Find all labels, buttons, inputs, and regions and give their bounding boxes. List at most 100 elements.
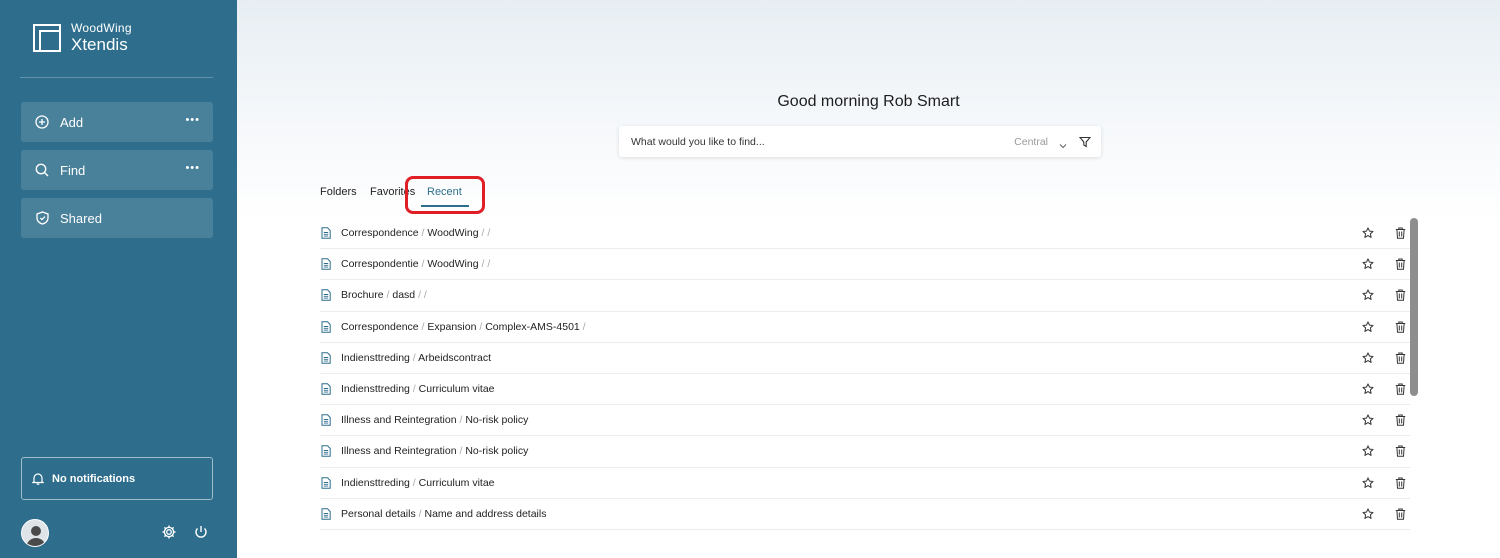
list-item[interactable]: Indiensttreding / Curriculum vitae [320,468,1410,499]
document-icon [321,508,331,520]
trash-icon[interactable] [1395,383,1406,395]
path-separator: / [415,289,424,302]
notifications-panel[interactable]: No notifications [21,457,213,500]
path-segment: Indiensttreding [341,351,410,364]
path-segment: Complex-AMS-4501 [485,320,580,333]
search-scope-select[interactable]: Central [1014,136,1048,148]
list-item[interactable]: Illness and Reintegration / No-risk poli… [320,405,1410,437]
user-avatar-icon[interactable] [21,519,49,547]
trash-icon[interactable] [1395,414,1406,426]
item-path[interactable]: Personal details / Name and address deta… [341,508,546,520]
list-item[interactable]: Correspondence / Expansion / Complex-AMS… [320,312,1410,343]
tab-recent[interactable]: Recent [427,186,462,198]
plus-circle-icon [35,115,49,129]
document-icon [321,352,331,364]
product-name: Xtendis [71,35,128,54]
bell-icon [32,472,44,485]
item-path[interactable]: Illness and Reintegration / No-risk poli… [341,445,528,457]
path-segment: Brochure [341,289,384,302]
path-segment: WoodWing [427,258,479,271]
list-item[interactable]: Brochure / dasd / / [320,280,1410,312]
shared-button[interactable]: Shared [21,198,213,238]
document-icon [321,445,331,458]
path-segment: Name and address details [424,507,547,520]
star-icon[interactable] [1362,320,1374,333]
gear-icon[interactable] [161,524,177,540]
tab-folders[interactable]: Folders [320,186,357,198]
list-item[interactable]: Correspondentie / WoodWing / / [320,249,1410,281]
path-separator: / [423,289,427,302]
trash-icon[interactable] [1395,352,1406,364]
path-segment: Correspondence [341,227,419,240]
star-icon[interactable] [1362,445,1374,457]
path-segment: dasd [392,289,416,302]
search-icon [35,163,49,177]
find-label: Find [60,162,86,178]
item-path[interactable]: Correspondence / WoodWing / / [341,227,490,239]
filter-icon[interactable] [1078,135,1092,148]
scrollbar[interactable] [1410,218,1418,396]
find-button[interactable]: Find ••• [21,150,213,190]
trash-icon[interactable] [1395,258,1406,270]
star-icon[interactable] [1362,414,1374,426]
path-segment: No-risk policy [465,445,529,458]
find-more-button[interactable]: ••• [185,163,200,174]
item-path[interactable]: Indiensttreding / Curriculum vitae [341,383,495,395]
list-item[interactable]: Indiensttreding / Arbeidscontract [320,343,1410,374]
star-icon[interactable] [1362,258,1374,270]
path-segment: No-risk policy [465,414,529,427]
active-tab-indicator [421,205,469,207]
item-path[interactable]: Correspondence / Expansion / Complex-AMS… [341,321,586,333]
document-icon [321,414,331,426]
add-button[interactable]: Add ••• [21,102,213,142]
item-path[interactable]: Illness and Reintegration / No-risk poli… [341,414,528,426]
star-icon[interactable] [1362,383,1374,395]
app-logo[interactable]: WoodWing Xtendis [33,22,132,53]
item-path[interactable]: Brochure / dasd / / [341,289,427,301]
shield-icon [35,211,49,225]
item-path[interactable]: Indiensttreding / Curriculum vitae [341,477,495,489]
main-area: Good morning Rob Smart Central Folders F… [237,0,1500,558]
tab-favorites[interactable]: Favorites [370,186,415,198]
list-item[interactable]: Indiensttreding / Curriculum vitae [320,374,1410,406]
path-segment: Arbeidscontract [418,351,492,364]
greeting-title: Good morning Rob Smart [777,93,960,110]
path-segment: WoodWing [427,227,479,240]
star-icon[interactable] [1362,508,1374,520]
notifications-label: No notifications [52,472,136,485]
item-path[interactable]: Indiensttreding / Arbeidscontract [341,352,491,364]
power-icon[interactable] [194,524,208,540]
star-icon[interactable] [1362,227,1374,239]
item-path[interactable]: Correspondentie / WoodWing / / [341,258,490,270]
document-icon [321,289,331,302]
document-icon [321,383,331,395]
search-input[interactable] [631,135,991,148]
recent-list: Correspondence / WoodWing / / Correspond… [320,218,1410,530]
star-icon[interactable] [1362,476,1374,489]
xtendis-logo-icon [33,23,61,52]
trash-icon[interactable] [1395,477,1406,489]
chevron-down-icon[interactable] [1059,137,1067,149]
star-icon[interactable] [1362,352,1374,364]
shared-label: Shared [60,210,102,226]
path-separator: / [476,320,486,333]
search-bar: Central [619,126,1101,157]
trash-icon[interactable] [1395,289,1406,302]
list-item[interactable]: Personal details / Name and address deta… [320,499,1410,530]
path-segment: Correspondence [341,320,419,333]
path-segment: Indiensttreding [341,476,410,489]
trash-icon[interactable] [1395,227,1406,239]
add-more-button[interactable]: ••• [185,115,200,126]
path-segment: Indiensttreding [341,383,410,396]
sidebar: WoodWing Xtendis Add ••• Find ••• Shared… [0,0,237,558]
list-item[interactable]: Correspondence / WoodWing / / [320,218,1410,250]
document-icon [321,227,331,239]
trash-icon[interactable] [1395,321,1406,333]
trash-icon[interactable] [1395,445,1406,458]
path-segment: Curriculum vitae [418,476,495,489]
list-item[interactable]: Illness and Reintegration / No-risk poli… [320,436,1410,468]
trash-icon[interactable] [1395,508,1406,520]
path-segment: Illness and Reintegration [341,445,457,458]
path-separator: / [409,476,419,489]
star-icon[interactable] [1362,289,1374,301]
